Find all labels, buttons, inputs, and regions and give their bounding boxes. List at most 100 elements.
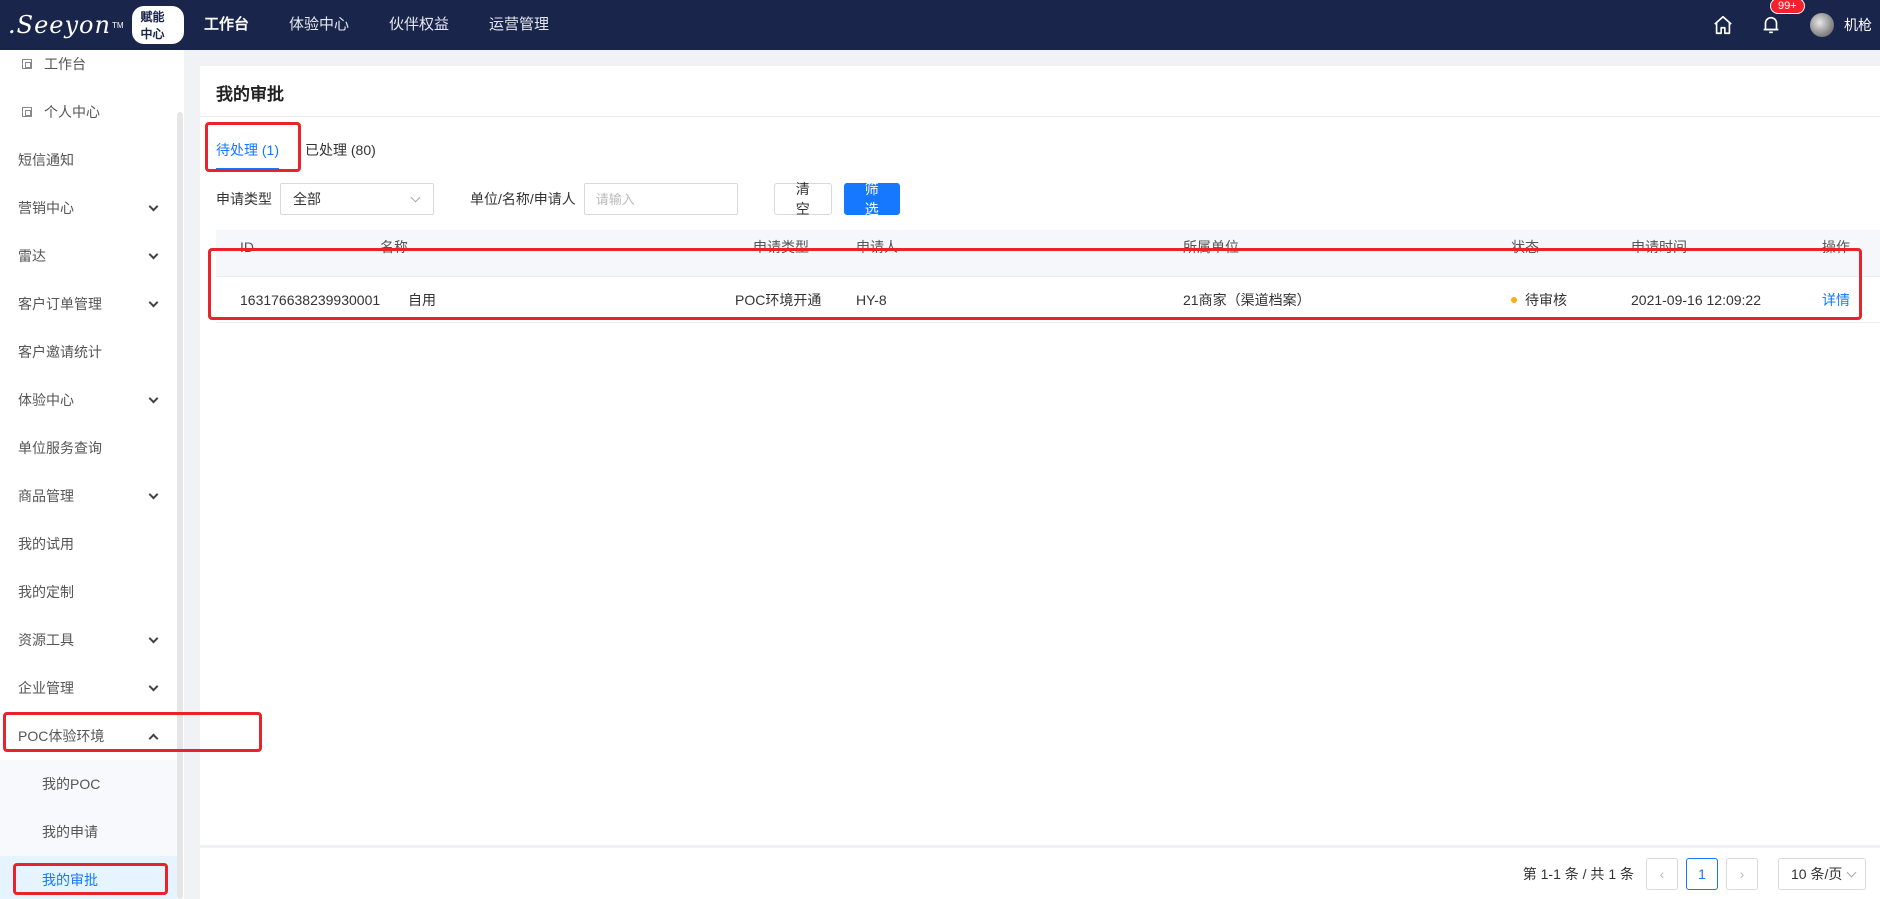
sidebar-item-personal-center[interactable]: 个人中心 [0, 88, 177, 136]
prev-page-button[interactable]: ‹ [1646, 857, 1678, 890]
top-right-tools: 99+ 机枪 [1712, 0, 1880, 50]
pagination-total: 第 1-1 条 / 共 1 条 [1522, 865, 1634, 882]
sidebar-item-label: 我的审批 [42, 872, 98, 888]
sidebar-item-workbench[interactable]: 工作台 [0, 50, 177, 88]
bell-icon [1763, 16, 1779, 34]
sidebar-item-label: 商品管理 [18, 488, 74, 504]
sidebar-item-resources[interactable]: 资源工具 [0, 616, 177, 664]
type-select[interactable]: 全部 [280, 183, 434, 215]
sidebar-item-my-trial[interactable]: 我的试用 [0, 520, 177, 568]
logo-badge: 赋能中心 [131, 6, 184, 44]
sidebar-item-invite-stats[interactable]: 客户邀请统计 [0, 328, 177, 376]
status-text: 待审核 [1525, 291, 1567, 308]
column-header-unit: 所属单位 [1183, 239, 1239, 255]
topnav-operations[interactable]: 运营管理 [489, 0, 549, 50]
column-header-applicant: 申请人 [856, 239, 898, 255]
page-icon [22, 59, 32, 69]
logo-trademark: TM [111, 20, 124, 30]
top-nav: 工作台 体验中心 伙伴权益 运营管理 [204, 0, 589, 50]
filter-bar: 申请类型 全部 单位/名称/申请人 清 空 筛 选 [216, 181, 1876, 217]
tab-processed[interactable]: 已处理 (80) [305, 140, 376, 170]
username[interactable]: 机枪 [1844, 15, 1880, 35]
sidebar-subitem-my-poc[interactable]: 我的POC [0, 760, 177, 808]
sidebar-item-marketing[interactable]: 营销中心 [0, 184, 177, 232]
next-page-button[interactable]: › [1726, 857, 1758, 890]
page-size-select[interactable]: 10 条/页 [1778, 857, 1866, 890]
chevron-down-icon [410, 192, 421, 203]
type-filter-label: 申请类型 [216, 191, 272, 207]
sidebar-item-label: 我的POC [42, 776, 101, 792]
table-header: ID 名称 申请类型 申请人 所属单位 状态 申请时间 操作 [216, 230, 1880, 277]
column-header-type: 申请类型 [753, 239, 809, 255]
sidebar-item-my-custom[interactable]: 我的定制 [0, 568, 177, 616]
sidebar-item-label: 客户邀请统计 [18, 344, 102, 360]
search-filter-label: 单位/名称/申请人 [470, 191, 576, 207]
column-header-id: ID [240, 239, 254, 255]
sidebar-item-unit-service[interactable]: 单位服务查询 [0, 424, 177, 472]
topnav-workbench[interactable]: 工作台 [204, 0, 249, 50]
page-icon [22, 107, 32, 117]
clear-button[interactable]: 清 空 [773, 181, 832, 217]
sidebar-item-label: 个人中心 [44, 104, 100, 120]
chevron-down-icon [148, 681, 159, 692]
chevron-down-icon [148, 297, 159, 308]
chevron-right-icon: › [1739, 865, 1745, 882]
search-input[interactable] [583, 183, 738, 215]
tab-pending[interactable]: 待处理 (1) [216, 140, 279, 170]
status-dot-icon [1511, 296, 1517, 303]
sidebar-item-products[interactable]: 商品管理 [0, 472, 177, 520]
page-title: 我的审批 [216, 85, 284, 104]
chevron-down-icon [148, 633, 159, 644]
sidebar-item-radar[interactable]: 雷达 [0, 232, 177, 280]
sidebar-item-experience-center[interactable]: 体验中心 [0, 376, 177, 424]
notification-badge: 99+ [1770, 0, 1805, 14]
cell-id: 163176638239930001 [240, 291, 381, 308]
cell-name: 自用 [408, 291, 436, 308]
logo-text: .Seeyon [8, 11, 111, 39]
detail-link[interactable]: 详情 [1822, 277, 1850, 322]
type-select-value: 全部 [293, 191, 321, 207]
sidebar-item-label: 资源工具 [18, 632, 74, 648]
approval-tabs: 待处理 (1) 已处理 (80) [216, 140, 402, 170]
sidebar-item-label: 我的申请 [42, 824, 98, 840]
sidebar-item-enterprise[interactable]: 企业管理 [0, 664, 177, 712]
sidebar-item-label: 企业管理 [18, 680, 74, 696]
table-row[interactable]: 163176638239930001 自用 POC环境开通 HY-8 21商家（… [216, 277, 1880, 323]
home-icon[interactable] [1712, 14, 1734, 36]
sidebar-item-label: 我的试用 [18, 536, 74, 552]
cell-time: 2021-09-16 12:09:22 [1631, 291, 1761, 308]
filter-button[interactable]: 筛 选 [843, 181, 900, 217]
page-number-button[interactable]: 1 [1686, 857, 1718, 890]
sidebar-item-poc-environment[interactable]: POC体验环境 [0, 712, 177, 760]
page-size-value: 10 条/页 [1791, 865, 1843, 882]
sidebar-item-label: 工作台 [44, 56, 86, 72]
logo[interactable]: .Seeyon TM 赋能中心 [0, 6, 184, 44]
sidebar-item-label: 体验中心 [18, 392, 74, 408]
sidebar-item-orders[interactable]: 客户订单管理 [0, 280, 177, 328]
sidebar-item-label: 雷达 [18, 248, 46, 264]
topnav-experience-center[interactable]: 体验中心 [289, 0, 349, 50]
column-header-action: 操作 [1822, 239, 1850, 255]
main-panel: 我的审批 待处理 (1) 已处理 (80) 申请类型 全部 单位/名称/申请人 … [200, 66, 1880, 845]
approval-table: ID 名称 申请类型 申请人 所属单位 状态 申请时间 操作 163176638… [216, 230, 1880, 323]
divider [200, 116, 1880, 117]
sidebar-scrollbar[interactable] [177, 112, 183, 899]
chevron-up-icon [148, 733, 159, 744]
chevron-down-icon [148, 249, 159, 260]
sidebar-item-label: 短信通知 [18, 152, 74, 168]
sidebar-item-sms[interactable]: 短信通知 [0, 136, 177, 184]
sidebar-item-label: 营销中心 [18, 200, 74, 216]
sidebar-item-label: POC体验环境 [18, 728, 105, 744]
chevron-down-icon [148, 489, 159, 500]
chevron-down-icon [148, 393, 159, 404]
chevron-down-icon [148, 201, 159, 212]
topnav-partner-benefits[interactable]: 伙伴权益 [389, 0, 449, 50]
avatar[interactable] [1810, 13, 1834, 37]
cell-applicant: HY-8 [856, 291, 887, 308]
notification-button[interactable]: 99+ [1760, 0, 1805, 36]
chevron-left-icon: ‹ [1659, 865, 1665, 882]
cell-unit: 21商家（渠道档案） [1183, 291, 1311, 308]
sidebar-subitem-my-approval[interactable]: 我的审批 [0, 856, 177, 899]
column-header-status: 状态 [1511, 239, 1539, 255]
sidebar-subitem-my-application[interactable]: 我的申请 [0, 808, 177, 856]
